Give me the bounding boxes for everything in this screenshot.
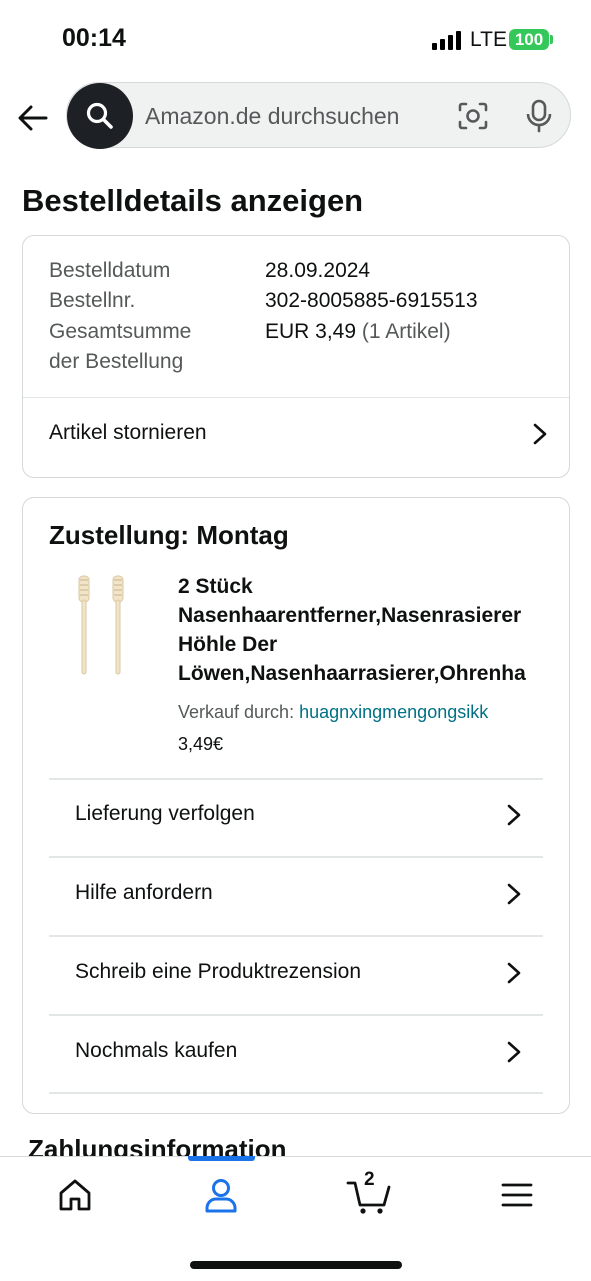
order-total-label-line2: der Bestellung xyxy=(49,350,184,373)
divider xyxy=(23,397,569,398)
cancel-items-label: Artikel stornieren xyxy=(49,421,207,444)
order-total-value: EUR 3,49 (1 Artikel) xyxy=(265,320,451,344)
camera-scan-icon[interactable] xyxy=(457,101,489,131)
action-label: Nochmals kaufen xyxy=(75,1039,238,1062)
search-icon xyxy=(86,102,113,129)
chevron-right-icon xyxy=(507,1041,521,1063)
divider xyxy=(49,1092,543,1094)
battery-nub xyxy=(550,35,553,44)
order-total-amount: EUR 3,49 xyxy=(265,320,357,343)
seller-link[interactable]: huagnxingmengongsikk xyxy=(299,702,488,722)
home-icon[interactable] xyxy=(55,1175,95,1215)
action-label: Lieferung verfolgen xyxy=(75,802,255,825)
search-bar[interactable]: Amazon.de durchsuchen xyxy=(66,82,571,149)
order-date-label: Bestelldatum xyxy=(49,259,171,282)
search-input[interactable]: Amazon.de durchsuchen xyxy=(145,103,399,130)
chevron-right-icon xyxy=(507,962,521,984)
battery-icon: 100 xyxy=(509,29,549,50)
account-icon[interactable] xyxy=(201,1175,241,1215)
search-button[interactable] xyxy=(67,83,133,149)
product-price: 3,49€ xyxy=(178,734,224,754)
chevron-right-icon xyxy=(507,883,521,905)
order-date-value: 28.09.2024 xyxy=(265,259,371,282)
divider xyxy=(49,856,543,858)
order-number-label: Bestellnr. xyxy=(49,289,136,312)
action-label: Hilfe anfordern xyxy=(75,881,213,904)
page-title: Bestelldetails anzeigen xyxy=(22,183,364,218)
product-title-line: Löwen,Nasenhaarrasierer,Ohrenha xyxy=(178,662,526,685)
divider xyxy=(49,778,543,780)
order-item-count: (1 Artikel) xyxy=(361,320,451,343)
seller-info: Verkauf durch: huagnxingmengongsikk xyxy=(178,702,488,723)
status-bar: 00:14 LTE 100 xyxy=(0,0,591,80)
product-image[interactable] xyxy=(69,574,133,676)
divider xyxy=(49,1014,543,1016)
home-indicator xyxy=(190,1261,402,1269)
order-summary-card: Bestelldatum 28.09.2024 Bestellnr. 302-8… xyxy=(22,235,570,478)
network-type: LTE xyxy=(470,28,507,51)
divider xyxy=(49,935,543,937)
order-number-value: 302-8005885-6915513 xyxy=(265,289,478,312)
menu-icon[interactable] xyxy=(497,1175,537,1215)
order-total-label-line1: Gesamtsumme xyxy=(49,320,192,343)
chevron-right-icon xyxy=(507,804,521,826)
product-title-line: Höhle Der xyxy=(178,633,278,656)
product-title-link[interactable]: 2 Stück Nasenhaarentferner,Nasenrasierer… xyxy=(178,572,544,688)
status-time: 00:14 xyxy=(62,24,126,52)
cart-count-badge: 2 xyxy=(364,1169,375,1190)
back-arrow-icon[interactable] xyxy=(16,100,52,136)
microphone-icon[interactable] xyxy=(525,99,553,133)
delivery-heading: Zustellung: Montag xyxy=(49,520,289,550)
product-title-line: 2 Stück xyxy=(178,575,253,598)
signal-icon xyxy=(432,31,461,50)
chevron-right-icon xyxy=(533,423,547,445)
product-title-line: Nasenhaarentferner,Nasenrasierer xyxy=(178,604,522,627)
shipment-card: Zustellung: Montag 2 Stück Nasenhaarentf… xyxy=(22,497,570,1114)
action-label: Schreib eine Produktrezension xyxy=(75,960,362,983)
seller-prefix: Verkauf durch: xyxy=(178,702,295,722)
active-tab-indicator xyxy=(188,1156,255,1161)
bottom-tab-bar: 2 xyxy=(0,1156,591,1281)
